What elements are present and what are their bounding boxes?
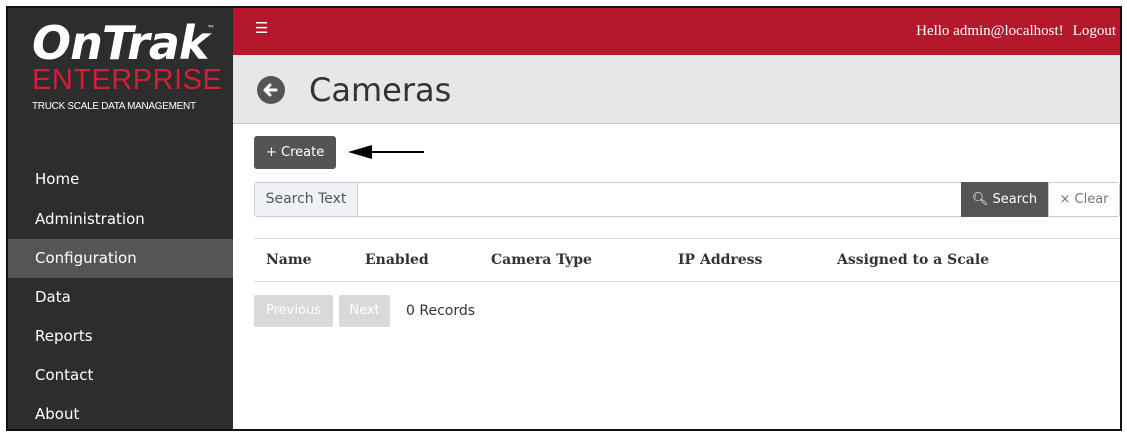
- page-header: Cameras: [233, 55, 1120, 124]
- table-header: Name Enabled Camera Type IP Address Assi…: [254, 238, 1120, 282]
- sidebar-item-reports[interactable]: Reports: [8, 317, 233, 356]
- brand-logo[interactable]: OnTrak ™ ENTERPRISE TRUCK SCALE DATA MAN…: [8, 8, 233, 148]
- back-arrow-icon[interactable]: [256, 75, 286, 105]
- user-greeting-area: Hello admin@localhost! Logout: [907, 23, 1116, 40]
- user-greeting: Hello admin@localhost!: [916, 23, 1064, 39]
- logo-tagline: TRUCK SCALE DATA MANAGEMENT: [32, 101, 196, 112]
- next-button[interactable]: Next: [339, 295, 390, 327]
- sidebar-item-home[interactable]: Home: [8, 158, 233, 200]
- search-input[interactable]: [358, 183, 962, 218]
- cameras-table: Name Enabled Camera Type IP Address Assi…: [254, 238, 1120, 282]
- records-count: 0 Records: [406, 303, 476, 319]
- create-button[interactable]: + Create: [254, 136, 337, 169]
- sidebar-nav: Home Administration Configuration Data R…: [8, 158, 233, 429]
- search-button[interactable]: 🔍︎ Search: [961, 182, 1048, 217]
- sidebar-item-data[interactable]: Data: [8, 278, 233, 317]
- column-header-ip-address[interactable]: IP Address: [678, 239, 762, 281]
- search-label: Search Text: [255, 183, 358, 216]
- app-window: OnTrak ™ ENTERPRISE TRUCK SCALE DATA MAN…: [6, 6, 1122, 431]
- sidebar-item-administration[interactable]: Administration: [8, 200, 233, 239]
- logo-trademark: ™: [207, 24, 215, 33]
- column-header-camera-type[interactable]: Camera Type: [491, 239, 592, 281]
- page-title: Cameras: [309, 71, 452, 109]
- magnifier-icon: 🔍︎: [971, 192, 989, 207]
- previous-button[interactable]: Previous: [254, 295, 333, 327]
- column-header-enabled[interactable]: Enabled: [365, 239, 429, 281]
- sidebar-item-configuration[interactable]: Configuration: [8, 239, 233, 278]
- column-header-assigned-scale[interactable]: Assigned to a Scale: [837, 239, 989, 281]
- logout-link[interactable]: Logout: [1073, 23, 1116, 39]
- top-bar: ☰ Hello admin@localhost! Logout: [233, 8, 1120, 55]
- column-header-name[interactable]: Name: [266, 239, 312, 281]
- search-button-label: Search: [992, 192, 1038, 207]
- hamburger-icon[interactable]: ☰: [255, 19, 268, 37]
- search-bar: Search Text 🔍︎ Search × Clear: [254, 182, 1120, 218]
- sidebar-item-contact[interactable]: Contact: [8, 356, 233, 395]
- sidebar-item-about[interactable]: About: [8, 395, 233, 429]
- clear-button-label: Clear: [1074, 192, 1109, 207]
- main-content: + Create Search Text 🔍︎ Search × Clear N…: [233, 124, 1120, 429]
- pointer-arrow-icon: [348, 145, 424, 159]
- clear-button[interactable]: × Clear: [1048, 183, 1119, 216]
- logo-main-text: OnTrak: [32, 16, 209, 70]
- sidebar: OnTrak ™ ENTERPRISE TRUCK SCALE DATA MAN…: [8, 8, 233, 429]
- logo-subtitle: ENTERPRISE: [32, 64, 223, 96]
- times-icon: ×: [1059, 192, 1071, 207]
